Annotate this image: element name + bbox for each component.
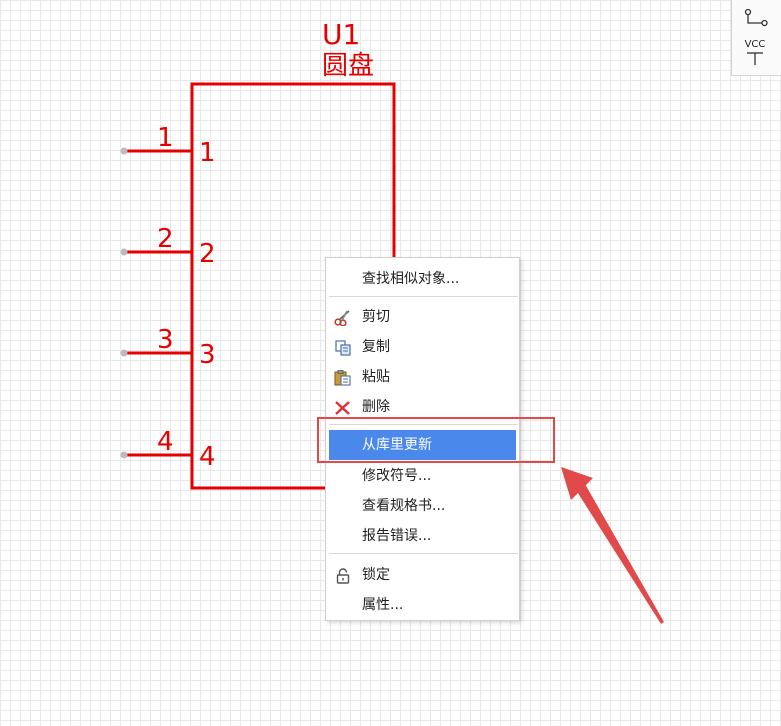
menu-label: 报告错误... bbox=[362, 528, 432, 544]
menu-label: 修改符号... bbox=[362, 468, 432, 484]
delete-x-icon bbox=[334, 399, 352, 415]
pin-2[interactable]: 2 2 bbox=[120, 224, 216, 269]
pin-name: 4 bbox=[199, 442, 216, 472]
pin-4[interactable]: 4 4 bbox=[120, 427, 216, 472]
menu-label: 查找相似对象... bbox=[362, 271, 460, 287]
wire-icon bbox=[744, 8, 768, 27]
lock-icon bbox=[334, 567, 352, 584]
scissors-icon bbox=[334, 309, 352, 327]
pin-endpoint[interactable] bbox=[120, 451, 128, 459]
annotation-highlight-box bbox=[317, 417, 555, 463]
menu-find-similar[interactable]: 查找相似对象... bbox=[329, 266, 518, 292]
wire-tool-button[interactable] bbox=[740, 5, 770, 35]
menu-label: 粘贴 bbox=[362, 369, 390, 385]
menu-lock[interactable]: 锁定 bbox=[329, 562, 518, 588]
vcc-tool-button[interactable]: VCC bbox=[740, 39, 770, 69]
menu-cut[interactable]: 剪切 bbox=[329, 304, 518, 330]
copy-icon bbox=[334, 339, 352, 356]
menu-view-datasheet[interactable]: 查看规格书... bbox=[329, 493, 518, 519]
menu-label: 查看规格书... bbox=[362, 498, 446, 514]
menu-label: 复制 bbox=[362, 339, 390, 355]
menu-label: 锁定 bbox=[362, 567, 390, 583]
component-designator: U1 bbox=[322, 18, 360, 51]
menu-report-error[interactable]: 报告错误... bbox=[329, 523, 518, 549]
menu-properties[interactable]: 属性... bbox=[329, 592, 518, 618]
pin-name: 1 bbox=[199, 138, 216, 168]
menu-label: 属性... bbox=[362, 597, 404, 613]
pin-name: 2 bbox=[199, 239, 216, 269]
pin-name: 3 bbox=[199, 340, 216, 370]
menu-label: 剪切 bbox=[362, 309, 390, 325]
menu-copy[interactable]: 复制 bbox=[329, 334, 518, 360]
pin-3[interactable]: 3 3 bbox=[120, 325, 216, 370]
pin-1[interactable]: 1 1 bbox=[120, 123, 216, 168]
menu-separator bbox=[329, 296, 518, 297]
tool-panel: VCC bbox=[731, 0, 781, 76]
component-name: 圆盘 bbox=[322, 51, 374, 81]
menu-paste[interactable]: 粘贴 bbox=[329, 364, 518, 390]
pin-endpoint[interactable] bbox=[120, 349, 128, 357]
menu-separator bbox=[329, 553, 518, 554]
pin-number: 2 bbox=[157, 224, 174, 254]
menu-edit-symbol[interactable]: 修改符号... bbox=[329, 463, 518, 489]
paste-icon bbox=[334, 369, 352, 386]
pin-endpoint[interactable] bbox=[120, 248, 128, 256]
pin-endpoint[interactable] bbox=[120, 147, 128, 155]
pin-number: 4 bbox=[157, 427, 174, 457]
pin-number: 3 bbox=[157, 325, 174, 355]
pin-number: 1 bbox=[157, 123, 174, 153]
vcc-icon bbox=[747, 52, 763, 65]
